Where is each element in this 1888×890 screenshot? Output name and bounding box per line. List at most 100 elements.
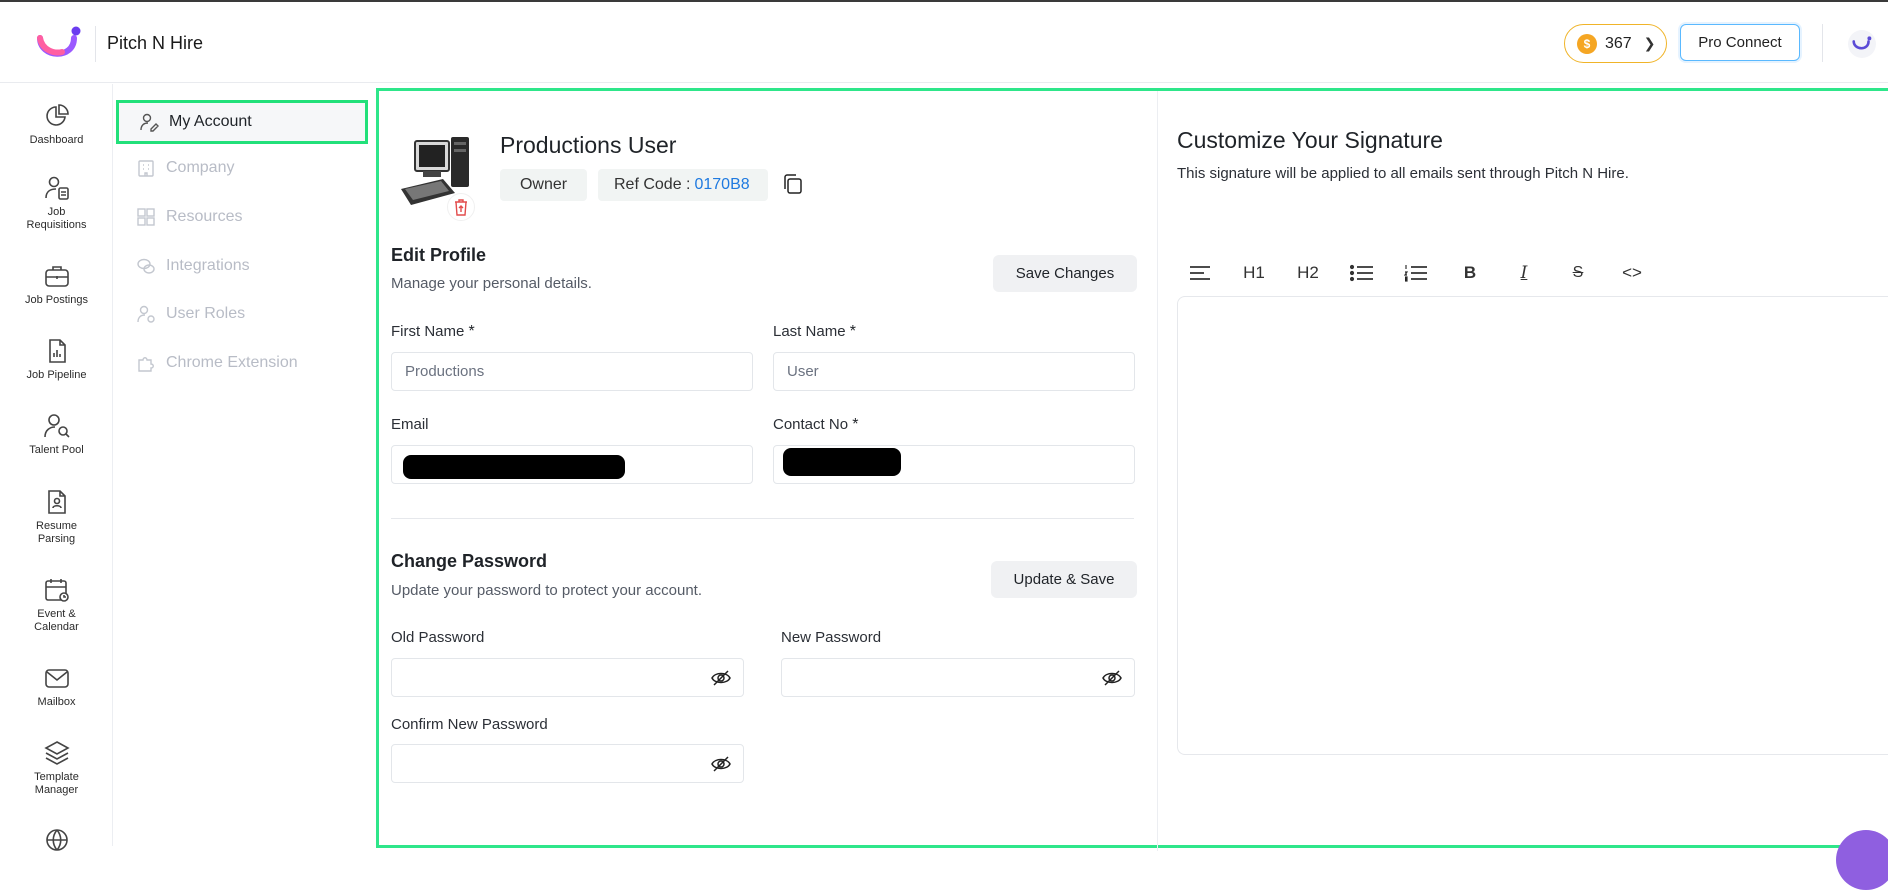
building-icon xyxy=(138,160,154,177)
calendar-icon xyxy=(44,579,69,602)
last-name-label: Last Name * xyxy=(773,323,856,340)
nav-item-job-pipeline[interactable]: Job Pipeline xyxy=(0,337,113,382)
nav-item-resume-parsing[interactable]: Resume Parsing xyxy=(0,488,113,546)
coin-icon: $ xyxy=(1577,33,1597,54)
change-password-subtitle: Update your password to protect your acc… xyxy=(391,582,703,599)
briefcase-icon xyxy=(44,266,69,287)
user-document-icon xyxy=(44,176,69,200)
change-password-title: Change Password xyxy=(391,551,548,571)
nav-label: Job Pipeline xyxy=(26,369,87,381)
pro-connect-button[interactable]: Pro Connect xyxy=(1680,24,1800,61)
coins-value: 367 xyxy=(1605,34,1632,52)
user-edit-icon xyxy=(140,113,159,132)
email-redaction xyxy=(403,455,625,479)
old-password-input[interactable] xyxy=(391,658,744,697)
nav-item-job-requisitions[interactable]: Job Requisitions xyxy=(0,174,113,232)
nav-item-job-postings[interactable]: Job Postings xyxy=(0,262,113,307)
submenu-label: My Account xyxy=(169,113,252,130)
copy-icon[interactable] xyxy=(782,173,804,195)
resume-icon xyxy=(47,490,66,514)
confirm-password-label: Confirm New Password xyxy=(391,716,548,733)
nav-label: Event & Calendar xyxy=(34,608,79,633)
heading1-button[interactable]: H1 xyxy=(1231,257,1277,289)
puzzle-icon xyxy=(138,357,154,372)
nav-item-dashboard[interactable]: Dashboard xyxy=(0,102,113,147)
app-title: Pitch N Hire xyxy=(107,33,204,53)
section-divider xyxy=(391,518,1134,519)
first-name-input[interactable]: Productions xyxy=(391,352,753,391)
nav-label: Dashboard xyxy=(29,134,84,146)
signature-subtitle: This signature will be applied to all em… xyxy=(1177,165,1629,182)
layers-icon xyxy=(43,741,70,765)
column-divider xyxy=(1157,91,1158,851)
nav-label: Talent Pool xyxy=(29,444,84,456)
submenu-label: User Roles xyxy=(166,305,246,322)
submenu-item-chrome-extension[interactable]: Chrome Extension xyxy=(116,341,366,385)
confirm-password-input[interactable] xyxy=(391,744,744,783)
contact-label: Contact No * xyxy=(773,416,859,433)
profile-name: Productions User xyxy=(500,132,677,158)
align-left-button[interactable] xyxy=(1177,257,1223,289)
role-badge: Owner xyxy=(500,169,587,201)
numbered-list-button[interactable] xyxy=(1393,257,1439,289)
signature-title: Customize Your Signature xyxy=(1177,127,1443,153)
eye-off-icon[interactable] xyxy=(1102,669,1122,687)
logo-divider xyxy=(95,26,96,62)
nav-label: Mailbox xyxy=(37,696,76,708)
chat-bubbles-icon xyxy=(137,258,155,274)
globe-icon xyxy=(45,829,68,851)
strikethrough-button[interactable]: S xyxy=(1555,257,1601,289)
new-password-input[interactable] xyxy=(781,658,1135,697)
contact-redaction xyxy=(783,448,901,476)
editor-toolbar: H1 H2 B I S <> xyxy=(1177,254,1663,292)
submenu-label: Integrations xyxy=(166,257,250,274)
pie-chart-icon xyxy=(45,104,69,126)
bullet-list-button[interactable] xyxy=(1339,257,1385,289)
user-search-icon xyxy=(43,414,70,438)
nav-item-more[interactable] xyxy=(0,826,113,854)
app-logo-icon[interactable] xyxy=(36,26,82,62)
nav-label: Job Postings xyxy=(25,294,88,306)
nav-label: Job Requisitions xyxy=(26,206,87,231)
submenu-label: Company xyxy=(166,159,235,176)
ref-code-badge: Ref Code : 0170B8 xyxy=(598,169,768,201)
heading2-button[interactable]: H2 xyxy=(1285,257,1331,289)
user-avatar[interactable] xyxy=(1848,30,1876,58)
pipeline-document-icon xyxy=(48,339,66,363)
old-password-label: Old Password xyxy=(391,629,485,646)
submenu-item-integrations[interactable]: Integrations xyxy=(116,244,366,288)
italic-button[interactable]: I xyxy=(1501,257,1547,289)
save-changes-button[interactable]: Save Changes xyxy=(993,255,1137,292)
nav-label: Template Manager xyxy=(34,771,79,796)
last-name-input[interactable]: User xyxy=(773,352,1135,391)
edit-profile-subtitle: Manage your personal details. xyxy=(391,275,592,292)
eye-off-icon[interactable] xyxy=(711,755,731,773)
trash-icon xyxy=(455,199,467,216)
bold-button[interactable]: B xyxy=(1447,257,1493,289)
signature-editor[interactable] xyxy=(1177,296,1888,755)
account-panel: Productions User Owner Ref Code : 0170B8… xyxy=(376,88,1888,851)
nav-item-mailbox[interactable]: Mailbox xyxy=(0,664,113,709)
update-save-button[interactable]: Update & Save xyxy=(991,561,1137,598)
remove-avatar-button[interactable] xyxy=(447,193,475,221)
align-left-icon xyxy=(1190,266,1210,280)
header-divider xyxy=(1822,24,1823,62)
chat-widget-button[interactable] xyxy=(1836,830,1888,890)
submenu-item-resources[interactable]: Resources xyxy=(116,195,366,239)
nav-item-event-calendar[interactable]: Event & Calendar xyxy=(0,576,113,634)
coins-button[interactable]: $ 367 ❯ xyxy=(1564,24,1667,63)
submenu-label: Resources xyxy=(166,208,243,225)
nav-item-talent-pool[interactable]: Talent Pool xyxy=(0,412,113,457)
nav-item-template-manager[interactable]: Template Manager xyxy=(0,739,113,797)
chevron-right-icon: ❯ xyxy=(1643,35,1656,51)
grid-icon xyxy=(137,208,155,226)
new-password-label: New Password xyxy=(781,629,882,646)
submenu-label: Chrome Extension xyxy=(166,354,298,371)
submenu-item-my-account[interactable]: My Account xyxy=(116,100,368,144)
submenu-item-user-roles[interactable]: User Roles xyxy=(116,292,366,336)
submenu-item-company[interactable]: Company xyxy=(116,146,366,190)
settings-submenu: My Account Company Resources Integration… xyxy=(114,84,370,846)
mail-icon xyxy=(44,669,69,688)
code-button[interactable]: <> xyxy=(1609,257,1655,289)
eye-off-icon[interactable] xyxy=(711,669,731,687)
